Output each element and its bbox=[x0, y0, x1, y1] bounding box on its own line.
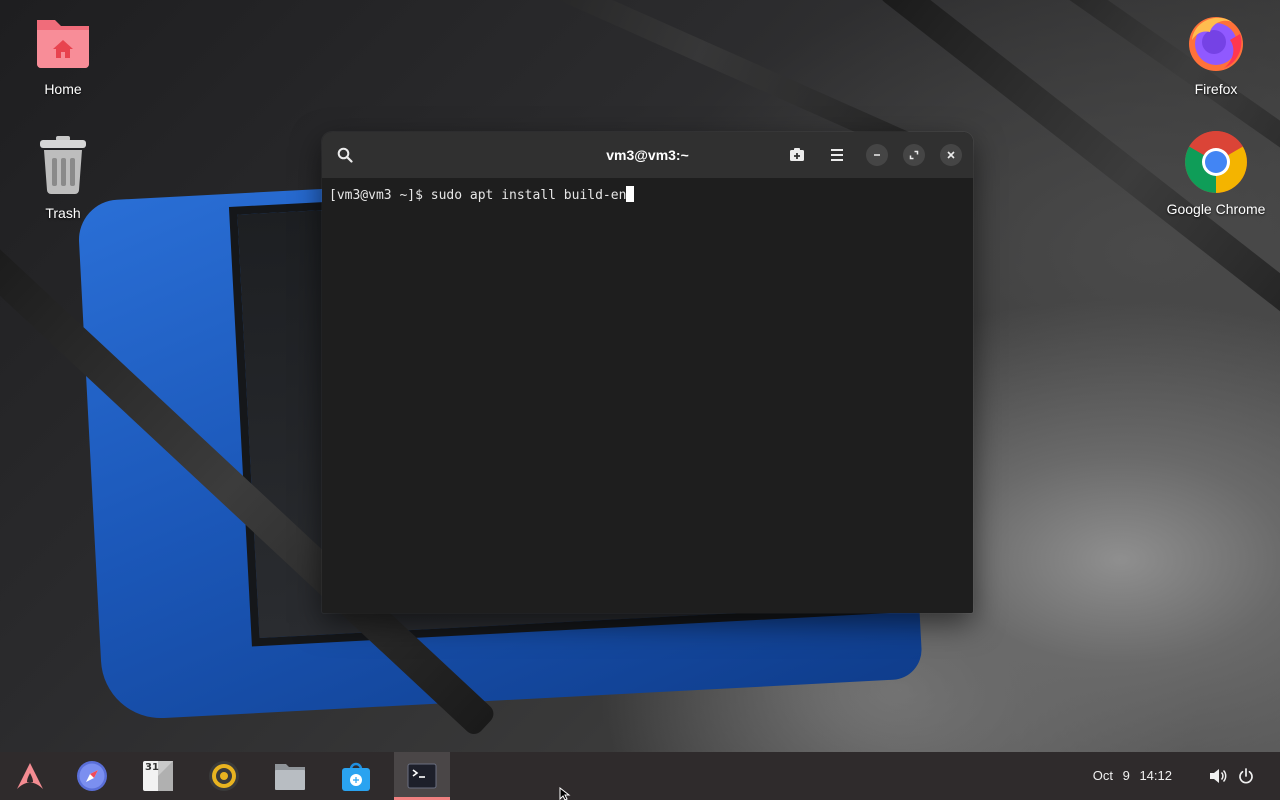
taskbar-app-software-store[interactable] bbox=[328, 752, 384, 800]
cursor-arrow-icon bbox=[559, 786, 571, 800]
mouse-pointer bbox=[559, 786, 571, 800]
calendar-icon: 31 bbox=[142, 760, 174, 792]
terminal-headerbar[interactable]: vm3@vm3:~ bbox=[322, 132, 973, 178]
search-button[interactable] bbox=[330, 140, 360, 170]
folder-icon bbox=[275, 764, 305, 790]
desktop-icon-google-chrome[interactable]: Google Chrome bbox=[1161, 130, 1271, 218]
maximize-button[interactable] bbox=[903, 144, 925, 166]
minimize-button[interactable] bbox=[866, 144, 888, 166]
desktop-icon-firefox[interactable]: Firefox bbox=[1161, 10, 1271, 98]
text-cursor bbox=[626, 186, 635, 202]
chrome-icon bbox=[1184, 130, 1248, 194]
menu-icon bbox=[831, 149, 843, 161]
search-icon bbox=[337, 147, 353, 163]
desktop-icon-label: Google Chrome bbox=[1166, 201, 1266, 217]
terminal-icon bbox=[407, 763, 437, 789]
clock[interactable]: Oct 9 14:12 bbox=[1093, 752, 1172, 800]
close-icon bbox=[947, 151, 955, 159]
minimize-icon bbox=[874, 154, 880, 156]
taskbar: 31 Oct 9 14:12 bbox=[0, 752, 1280, 800]
menu-button[interactable] bbox=[822, 140, 852, 170]
compass-icon bbox=[77, 761, 107, 791]
power-button[interactable] bbox=[1236, 766, 1256, 786]
desktop-icon-label: Firefox bbox=[1194, 81, 1238, 97]
calendar-day-badge: 31 bbox=[145, 762, 159, 773]
firefox-icon bbox=[1184, 10, 1248, 74]
volume-icon bbox=[1210, 769, 1227, 783]
power-icon bbox=[1239, 768, 1253, 784]
speaker-icon bbox=[209, 761, 239, 791]
arch-logo-icon bbox=[17, 763, 43, 789]
maximize-icon bbox=[909, 150, 919, 160]
desktop-icon-label: Home bbox=[44, 81, 82, 97]
terminal-output[interactable]: [vm3@vm3 ~]$ sudo apt install build-en bbox=[322, 178, 973, 213]
taskbar-app-calendar[interactable]: 31 bbox=[130, 752, 186, 800]
close-button[interactable] bbox=[940, 144, 962, 166]
clock-date: Oct 9 bbox=[1092, 768, 1130, 783]
store-bag-icon bbox=[342, 762, 370, 791]
desktop-icon-trash[interactable]: Trash bbox=[8, 134, 118, 222]
command-input[interactable]: sudo apt install build-en bbox=[431, 188, 627, 203]
desktop-icon-label: Trash bbox=[45, 205, 81, 221]
new-tab-icon bbox=[790, 148, 804, 161]
terminal-window[interactable]: vm3@vm3:~ [vm3@vm3 ~]$ sudo apt install … bbox=[322, 132, 973, 613]
new-tab-button[interactable] bbox=[782, 140, 812, 170]
taskbar-app-files[interactable] bbox=[262, 752, 318, 800]
home-folder-icon bbox=[31, 10, 95, 74]
taskbar-app-terminal[interactable] bbox=[394, 752, 450, 800]
shell-prompt: [vm3@vm3 ~]$ bbox=[329, 188, 431, 203]
desktop-icon-home[interactable]: Home bbox=[8, 10, 118, 98]
clock-time: 14:12 bbox=[1139, 768, 1172, 783]
taskbar-app-web-browser[interactable] bbox=[64, 752, 120, 800]
volume-button[interactable] bbox=[1208, 766, 1228, 786]
taskbar-app-music-player[interactable] bbox=[196, 752, 252, 800]
trash-icon bbox=[31, 134, 95, 198]
taskbar-app-launcher[interactable] bbox=[2, 752, 58, 800]
